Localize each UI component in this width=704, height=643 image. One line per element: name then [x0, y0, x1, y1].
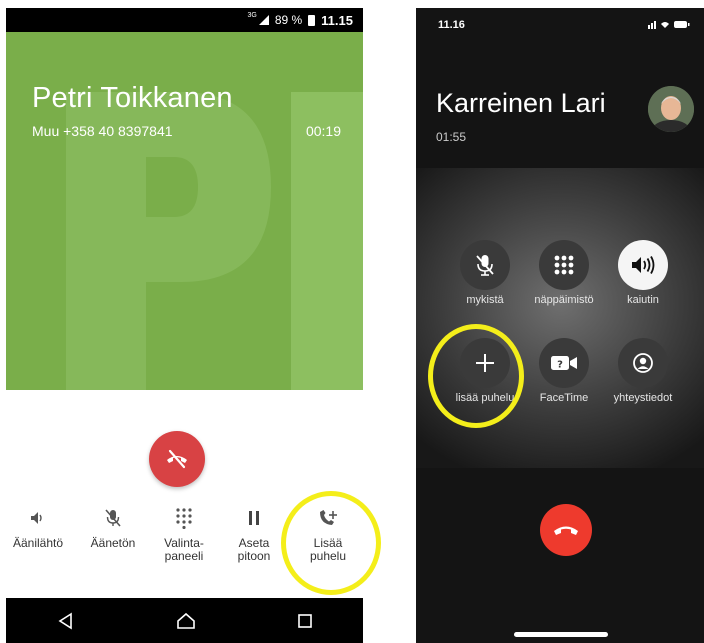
- android-navigation-bar: [6, 598, 363, 643]
- mute-label: mykistä: [466, 294, 504, 306]
- contact-icon: [633, 353, 653, 373]
- keypad-icon: [554, 255, 574, 275]
- speaker-button[interactable]: kaiutin: [598, 240, 688, 306]
- pause-icon: [249, 511, 259, 525]
- contacts-button[interactable]: yhteystiedot: [598, 338, 688, 404]
- mute-mic-icon: [476, 255, 494, 276]
- speaker-icon: [31, 512, 42, 524]
- hold-button[interactable]: Aseta pitoon: [218, 505, 290, 563]
- call-duration: 00:19: [305, 123, 341, 139]
- audio-output-label: Äänilähtö: [12, 536, 64, 550]
- contact-name: Petri Toikkanen: [32, 82, 233, 114]
- recent-apps-icon[interactable]: [297, 613, 313, 629]
- back-icon[interactable]: [57, 612, 75, 630]
- dialpad-label: Valinta- paneeli: [164, 536, 204, 563]
- audio-output-button[interactable]: Äänilähtö: [6, 505, 74, 550]
- keypad-label: näppäimistö: [534, 294, 594, 306]
- battery-icon: [308, 14, 316, 26]
- facetime-button[interactable]: ? FaceTime: [519, 338, 609, 404]
- status-icons: [648, 19, 690, 32]
- dialpad-button[interactable]: Valinta- paneeli: [148, 505, 220, 563]
- contact-name: Karreinen Lari: [436, 88, 606, 118]
- mute-mic-icon: [105, 509, 121, 527]
- facetime-icon: ?: [551, 356, 577, 371]
- signal-icon: [258, 15, 269, 25]
- mute-button[interactable]: Äänetön: [77, 505, 149, 550]
- contact-header: Petri Toikkanen Muu +358 40 8397841 00:1…: [6, 32, 363, 390]
- highlight-ring-android-add-call: [281, 491, 381, 595]
- contact-avatar: [648, 86, 694, 132]
- home-indicator[interactable]: [514, 632, 608, 637]
- signal-wifi-battery-icon: [648, 21, 690, 29]
- network-type: 3G: [247, 12, 257, 19]
- iphone-status-bar: 11.16: [416, 8, 704, 38]
- android-status-bar: 3G 89 % 11.15: [6, 8, 363, 32]
- iphone-call-screen: 11.16 Karreinen Lari 01:55 mykistä näppä…: [416, 8, 704, 643]
- facetime-label: FaceTime: [539, 392, 589, 404]
- speaker-label: kaiutin: [627, 294, 659, 306]
- hold-label: Aseta pitoon: [237, 536, 271, 563]
- speaker-icon: [632, 256, 655, 274]
- end-call-button[interactable]: [149, 431, 205, 487]
- dialpad-icon: [176, 508, 192, 529]
- mute-button[interactable]: mykistä: [440, 240, 530, 306]
- contact-number: Muu +358 40 8397841: [32, 123, 173, 139]
- mute-label: Äänetön: [90, 536, 136, 550]
- call-duration: 01:55: [436, 130, 467, 144]
- hang-up-icon: [554, 526, 578, 535]
- keypad-button[interactable]: näppäimistö: [519, 240, 609, 306]
- svg-text:?: ?: [557, 360, 563, 371]
- home-icon[interactable]: [176, 612, 196, 630]
- end-call-button[interactable]: [540, 504, 592, 556]
- highlight-ring-iphone-add-call: [428, 324, 524, 428]
- battery-percent: 89 %: [274, 13, 303, 27]
- avatar-photo-icon: [648, 86, 694, 132]
- status-time: 11.16: [438, 19, 465, 31]
- status-time: 11.15: [321, 12, 353, 28]
- hang-up-icon: [167, 449, 187, 469]
- contacts-label: yhteystiedot: [613, 392, 673, 404]
